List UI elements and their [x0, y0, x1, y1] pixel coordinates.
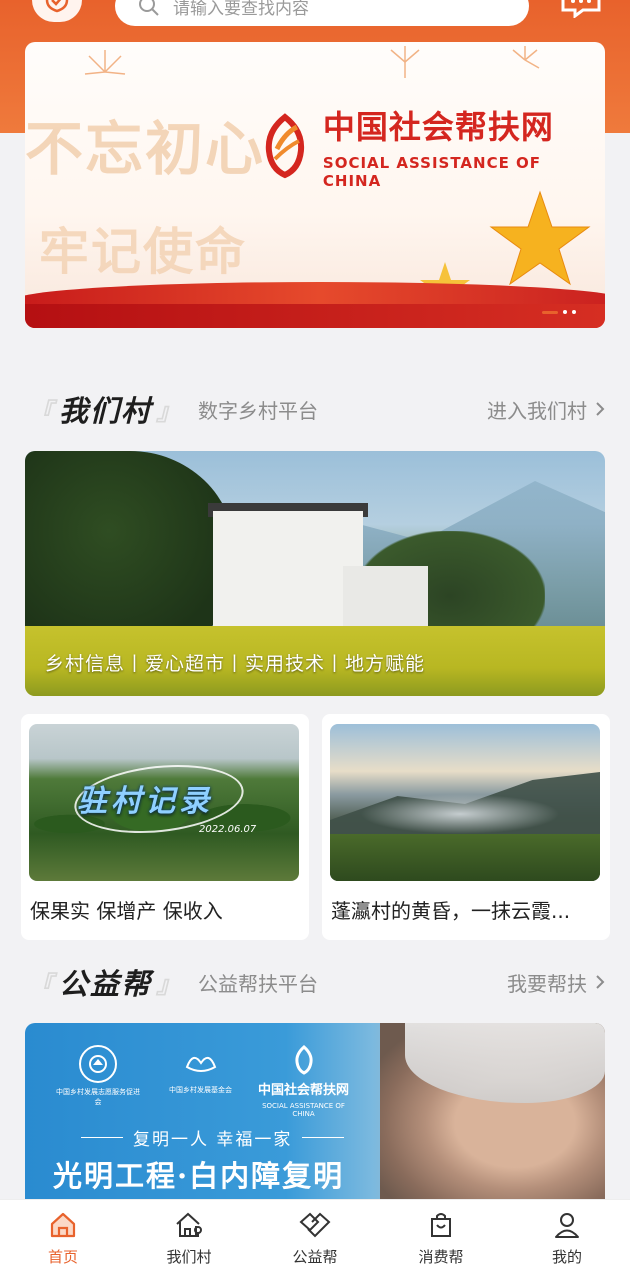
tab-label: 我们村: [166, 1248, 212, 1266]
org-logo-3: 中国社会帮扶网 SOCIAL ASSISTANCE OF CHINA: [258, 1045, 349, 1118]
tab-label: 公益帮: [292, 1248, 338, 1266]
i-want-help-link[interactable]: 我要帮扶: [507, 968, 605, 997]
shopping-bag-icon: [431, 1213, 451, 1237]
tab-label: 消费帮: [418, 1248, 464, 1266]
tab-profile[interactable]: 我的: [504, 1200, 630, 1280]
hero-banner[interactable]: 不忘初心 牢记使命 中国社会帮扶网 SOCIAL ASSISTANCE OF C…: [25, 42, 605, 328]
home-icon: [50, 1212, 76, 1238]
org-logo-1: 中国乡村发展志愿服务促进会: [53, 1045, 143, 1107]
enter-village-link[interactable]: 进入我们村: [487, 395, 605, 424]
story-card[interactable]: 蓬瀛村的黄昏，一抹云霞...: [322, 714, 610, 940]
divider: [302, 1137, 345, 1138]
charity-slogan: 复明一人 幸福一家: [81, 1125, 345, 1150]
bracket-open: 『: [29, 970, 55, 999]
i-want-help-label: 我要帮扶: [507, 971, 587, 996]
bracket-close: 』: [156, 970, 183, 999]
tab-label: 首页: [47, 1248, 78, 1266]
charity-section-header: 『 公益帮 』 公益帮扶平台 我要帮扶: [25, 962, 605, 1002]
charity-banner[interactable]: 中国乡村发展志愿服务促进会 中国乡村发展基金会 中国社会帮扶网 SOCIAL A…: [25, 1023, 605, 1223]
bottom-tab-bar: 首页 我们村 公益帮 消费帮 我的: [0, 1199, 630, 1280]
message-button[interactable]: [556, 0, 606, 20]
village-icon: [176, 1212, 202, 1237]
village-section-subtitle: 数字乡村平台: [198, 398, 319, 423]
enter-village-label: 进入我们村: [487, 398, 587, 423]
charity-slogan-text: 复明一人 幸福一家: [133, 1130, 293, 1150]
tab-village[interactable]: 我们村: [126, 1200, 252, 1280]
doves-icon: [185, 1056, 216, 1072]
village-feature-card[interactable]: 乡村信息丨爱心超市丨实用技术丨地方赋能: [25, 451, 605, 696]
social-assistance-logo-icon: [294, 1045, 313, 1075]
divider: [81, 1137, 123, 1138]
search-placeholder: 请输入要查找内容: [173, 0, 309, 19]
village-section-title: 我们村: [59, 394, 153, 428]
profile-icon: [555, 1213, 579, 1238]
banner-red-ribbon-lower: [25, 304, 605, 328]
tab-label: 我的: [551, 1248, 582, 1266]
org-logo-2: 中国乡村发展基金会: [169, 1045, 232, 1095]
dusk-field: [330, 834, 600, 881]
charity-banner-title: 光明工程·白内障复明: [53, 1159, 345, 1193]
charity-section-title: 公益帮: [59, 967, 153, 1001]
brand-shield-icon: [45, 0, 69, 13]
chevron-right-icon: [596, 402, 605, 416]
village-section-title-wrap: 『 我们村 』: [25, 388, 186, 430]
story-title: 蓬瀛村的黄昏，一抹云霞...: [331, 899, 571, 923]
bracket-close: 』: [156, 397, 183, 426]
story-image-dusk: [330, 724, 600, 881]
org3-sub: SOCIAL ASSISTANCE OF CHINA: [262, 1102, 345, 1118]
charity-icon: [299, 1212, 331, 1238]
pagination-dot: [563, 310, 567, 314]
story-title: 保果实 保增产 保收入: [30, 899, 223, 923]
org3-name: 中国社会帮扶网: [258, 1083, 350, 1098]
orchard-date: 2022.06.07: [199, 824, 257, 835]
story-image-orchard: 驻村记录 2022.06.07: [29, 724, 299, 881]
org-emblem-icon: [79, 1045, 117, 1083]
charity-section-title-wrap: 『 公益帮 』: [25, 961, 186, 1003]
pagination-dot: [572, 310, 576, 314]
dusk-fog: [360, 794, 560, 834]
charity-section-subtitle: 公益帮扶平台: [198, 971, 319, 996]
tab-consumption[interactable]: 消费帮: [378, 1200, 504, 1280]
orchard-title-text: 驻村记录: [77, 784, 213, 819]
pagination-dot-active: [542, 310, 558, 314]
banner-pagination: [542, 310, 576, 314]
chevron-right-icon: [596, 975, 605, 989]
village-section-header: 『 我们村 』 数字乡村平台 进入我们村: [25, 389, 605, 429]
charity-org-logos: 中国乡村发展志愿服务促进会 中国乡村发展基金会 中国社会帮扶网 SOCIAL A…: [53, 1045, 349, 1118]
village-feature-caption: 乡村信息丨爱心超市丨实用技术丨地方赋能: [45, 653, 426, 675]
org2-caption: 中国乡村发展基金会: [169, 1086, 232, 1094]
tab-charity[interactable]: 公益帮: [252, 1200, 378, 1280]
village-image-house: [213, 511, 363, 631]
tab-home[interactable]: 首页: [0, 1200, 126, 1280]
search-input[interactable]: 请输入要查找内容: [115, 0, 529, 26]
village-image-trees: [25, 451, 235, 651]
org1-caption: 中国乡村发展志愿服务促进会: [56, 1088, 140, 1106]
search-icon: [139, 0, 159, 16]
bracket-open: 『: [29, 397, 55, 426]
story-card[interactable]: 驻村记录 2022.06.07 保果实 保增产 保收入: [21, 714, 309, 940]
message-icon: [561, 0, 601, 18]
